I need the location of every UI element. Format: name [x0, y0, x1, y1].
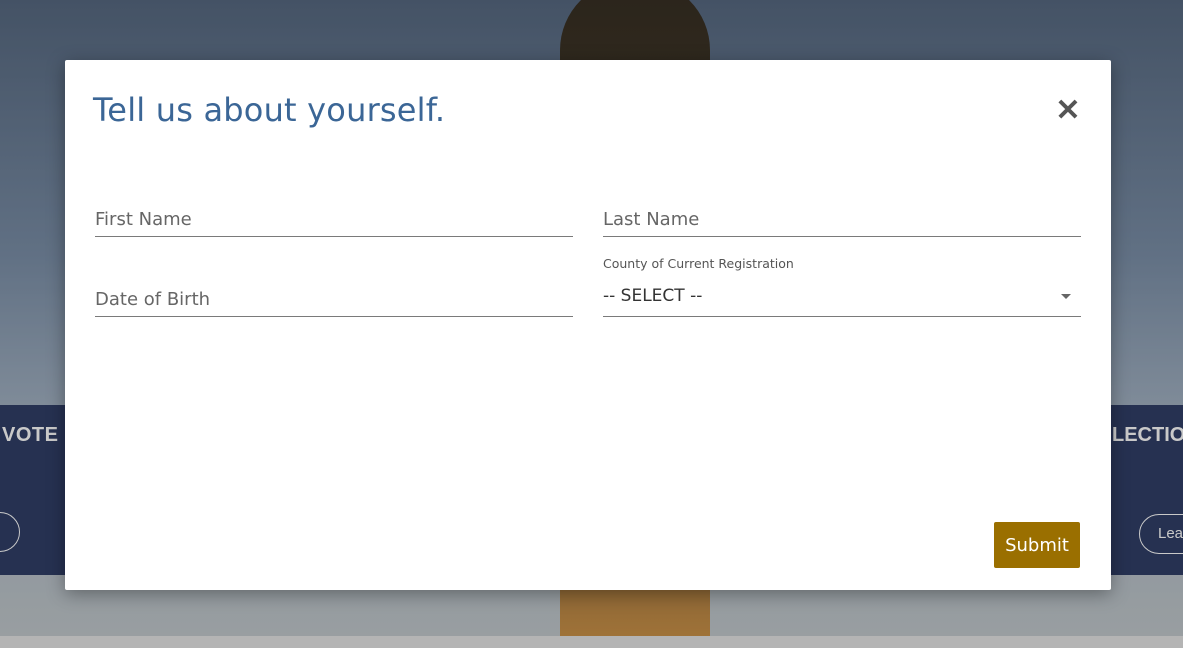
county-field: County of Current Registration -- SELECT… [603, 256, 1081, 317]
last-name-input[interactable] [603, 209, 1081, 230]
first-name-input[interactable] [95, 209, 573, 230]
county-selected-value: -- SELECT -- [603, 286, 703, 306]
county-label: County of Current Registration [603, 256, 794, 271]
chevron-down-icon [1061, 294, 1071, 299]
date-of-birth-field [95, 280, 573, 317]
date-of-birth-input[interactable] [95, 289, 573, 310]
close-icon: ✕ [1055, 94, 1081, 127]
submit-button[interactable]: Submit [994, 522, 1080, 568]
last-name-field [603, 200, 1081, 237]
about-yourself-modal: Tell us about yourself. ✕ County of Curr… [65, 60, 1111, 590]
county-select[interactable]: -- SELECT -- [603, 284, 1081, 310]
close-button[interactable]: ✕ [1053, 96, 1083, 126]
first-name-field [95, 200, 573, 237]
page: VOTE LECTIO Lea Tell us about yourself. … [0, 0, 1183, 648]
modal-title: Tell us about yourself. [93, 91, 446, 129]
